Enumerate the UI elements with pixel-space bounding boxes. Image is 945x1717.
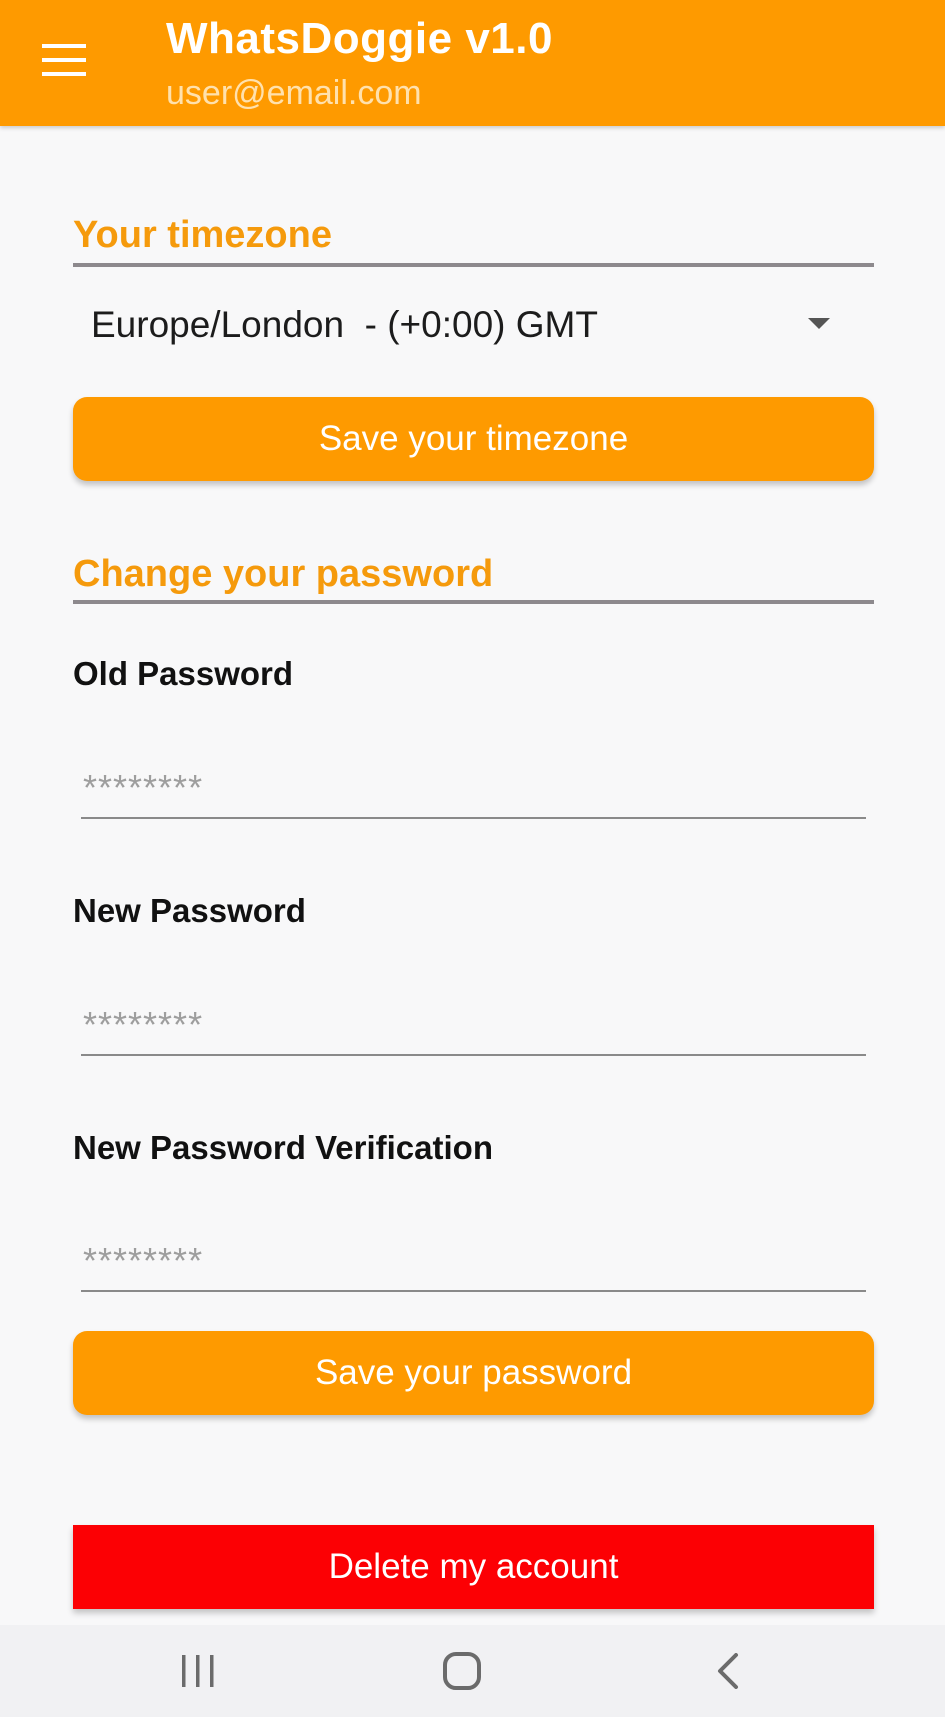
hamburger-menu-icon <box>42 44 86 76</box>
delete-account-button[interactable]: Delete my account <box>73 1525 874 1609</box>
timezone-section-title: Your timezone <box>73 214 332 256</box>
old-password-label: Old Password <box>73 655 294 692</box>
menu-button[interactable] <box>28 28 100 92</box>
app-bar: WhatsDoggie v1.0 user@email.com <box>0 0 945 126</box>
app-title: WhatsDoggie v1.0 <box>166 14 553 63</box>
password-section-title: Change your password <box>73 553 494 595</box>
save-password-button[interactable]: Save your password <box>73 1331 874 1415</box>
timezone-section-divider <box>73 263 874 267</box>
home-icon <box>443 1652 481 1690</box>
save-timezone-button[interactable]: Save your timezone <box>73 397 874 481</box>
back-icon <box>718 1653 738 1689</box>
home-button[interactable] <box>422 1643 502 1699</box>
new-password-verification-input[interactable] <box>81 1232 866 1292</box>
password-section-divider <box>73 600 874 604</box>
dropdown-arrow-icon <box>808 318 830 329</box>
timezone-selected-value: Europe/London - (+0:00) GMT <box>91 304 598 345</box>
back-button[interactable] <box>688 1643 768 1699</box>
old-password-input[interactable] <box>81 759 866 819</box>
recent-apps-button[interactable] <box>158 1643 238 1699</box>
timezone-select[interactable]: Europe/London - (+0:00) GMT <box>73 290 874 362</box>
recent-apps-icon <box>182 1655 214 1687</box>
new-password-input[interactable] <box>81 996 866 1056</box>
system-nav-bar <box>0 1625 945 1717</box>
new-password-verification-label: New Password Verification <box>73 1129 493 1166</box>
new-password-label: New Password <box>73 892 306 929</box>
user-email: user@email.com <box>166 74 422 112</box>
